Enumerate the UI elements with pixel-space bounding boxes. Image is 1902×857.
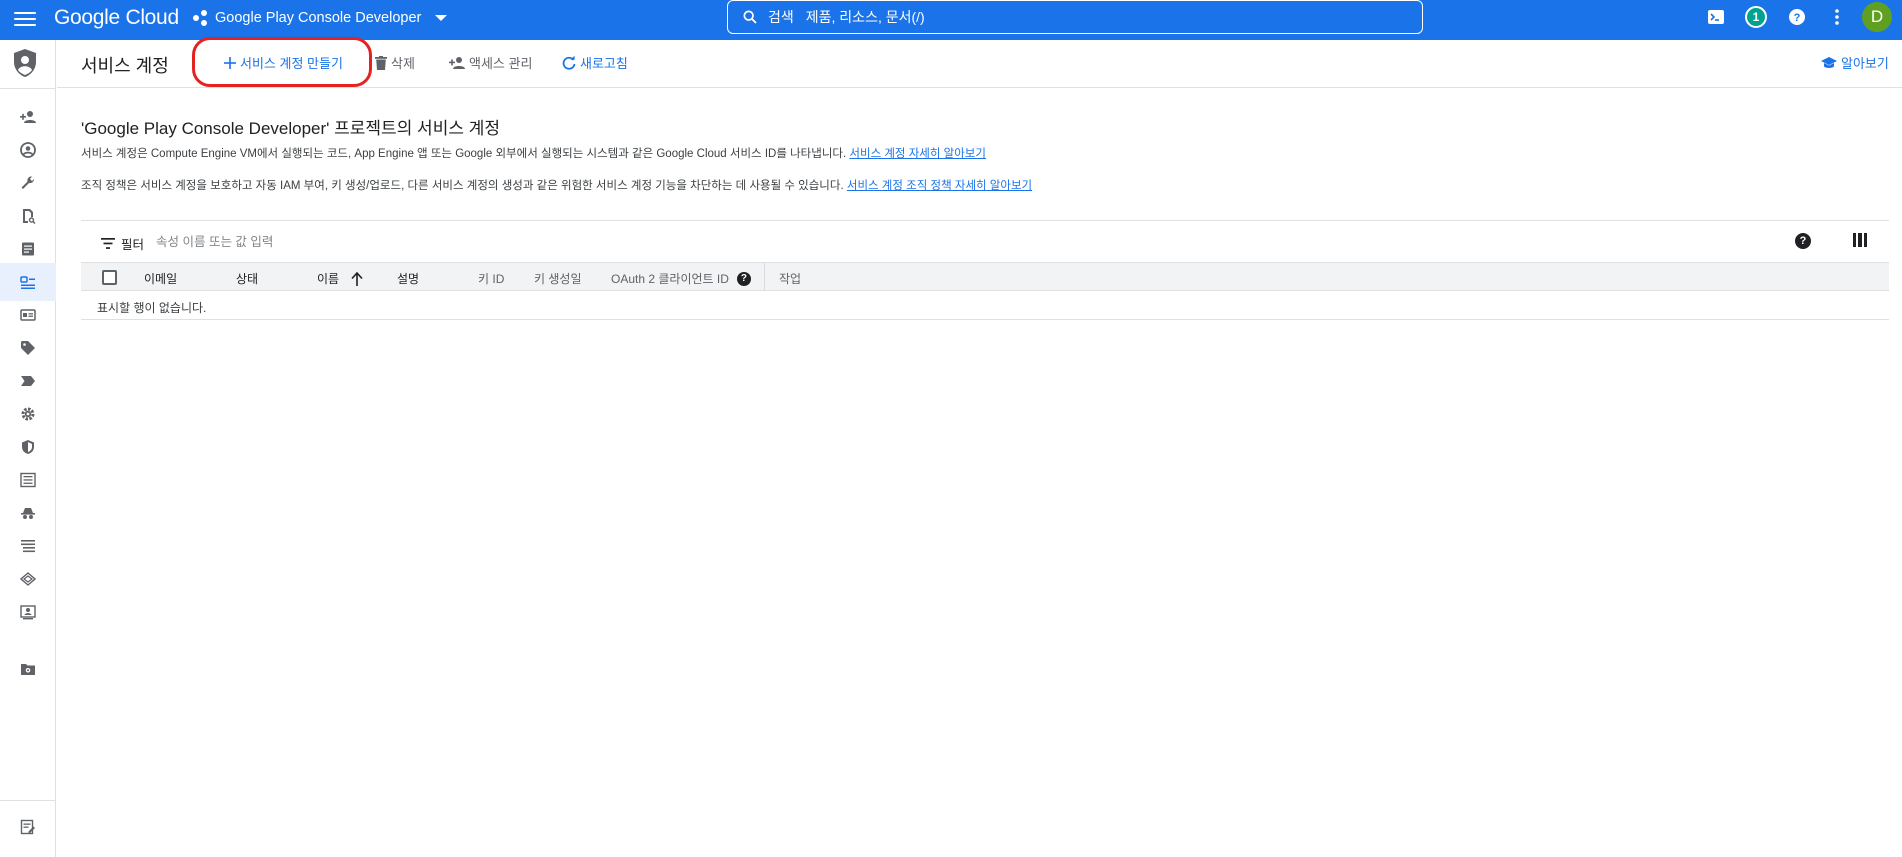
notification-count: 1 [1745, 6, 1767, 28]
empty-table-message: 표시할 행이 없습니다. [97, 301, 207, 315]
person-card-icon [20, 605, 36, 620]
learn-more-service-accounts-link[interactable]: 서비스 계정 자세히 알아보기 [849, 148, 986, 160]
avatar[interactable]: D [1862, 2, 1892, 32]
learn-label: 알아보기 [1841, 56, 1889, 71]
school-icon [1821, 56, 1837, 68]
svg-text:?: ? [1794, 12, 1801, 24]
refresh-label: 새로고침 [580, 56, 628, 71]
cloud-shell-icon[interactable] [1705, 6, 1727, 28]
security-shield-icon [22, 440, 34, 454]
policy-doc-icon [23, 209, 36, 224]
column-header-oauth-label: OAuth 2 클라이언트 ID [611, 272, 729, 286]
incognito-icon [21, 508, 35, 519]
column-header-status[interactable]: 상태 [236, 270, 258, 287]
filter-bar: 필터 ? [81, 220, 1889, 262]
select-all-checkbox[interactable] [102, 270, 117, 285]
column-header-actions: 작업 [779, 272, 802, 286]
column-header-email[interactable]: 이메일 [144, 270, 177, 287]
description-text: 서비스 계정은 Compute Engine VM에서 실행되는 코드, App… [81, 148, 847, 160]
table-help-icon[interactable]: ? [1795, 233, 1811, 249]
label-icon [21, 376, 35, 386]
search-input[interactable] [805, 9, 1406, 25]
table-row: 표시할 행이 없습니다. [81, 291, 1889, 320]
notifications-button[interactable]: 1 [1745, 6, 1767, 28]
delete-icon [375, 55, 387, 70]
column-display-icon[interactable] [1853, 233, 1867, 247]
manage-access-button[interactable]: 액세스 관리 [449, 53, 532, 72]
project-name: Google Play Console Developer [215, 10, 422, 26]
learn-more-org-policy-link[interactable]: 서비스 계정 조직 정책 자세히 알아보기 [847, 180, 1032, 192]
filter-list-icon [101, 238, 115, 249]
google-cloud-logo[interactable]: Google Cloud [54, 6, 179, 30]
search-icon [743, 10, 757, 24]
table-header: 이메일 상태 이름 설명 키 ID 키 생성일 OAuth 2 클라이언트 ID… [81, 262, 1889, 291]
rail-item-manage-resources[interactable] [0, 650, 56, 688]
description-org-policy: 조직 정책은 서비스 계정을 보호하고 자동 IAM 부여, 키 생성/업로드,… [81, 177, 1032, 193]
learn-button[interactable]: 알아보기 [1821, 53, 1889, 72]
article-icon [22, 242, 34, 256]
column-header-key-id[interactable]: 키 ID [478, 270, 504, 287]
list-box-icon [20, 472, 36, 488]
service-account-icon [20, 276, 35, 289]
help-icon[interactable]: ? [736, 271, 751, 286]
settings-icon [21, 407, 35, 421]
main-menu-icon[interactable] [14, 8, 36, 30]
filter-label: 필터 [121, 238, 145, 252]
top-app-bar: Google Cloud Google Play Console Develop… [0, 0, 1902, 40]
manage-access-label: 액세스 관리 [469, 56, 533, 71]
column-divider [764, 263, 765, 290]
search-label: 검색 [768, 9, 794, 25]
add-member-icon [20, 111, 36, 123]
filter-input[interactable] [156, 231, 856, 253]
page-toolbar: 서비스 계정 서비스 계정 만들기 삭제 액세스 관리 새로고침 알아보기 [57, 37, 1902, 88]
search-box[interactable]: 검색 [727, 0, 1423, 34]
rail-item-release-notes[interactable] [0, 808, 56, 846]
add-member-icon [449, 56, 465, 69]
page-title: 서비스 계정 [81, 56, 169, 76]
left-nav-rail [0, 40, 56, 857]
iam-shield-logo-icon [14, 49, 36, 77]
highlight-annotation [192, 37, 372, 87]
column-header-name-label: 이름 [317, 272, 340, 286]
folder-gear-icon [21, 664, 35, 675]
refresh-icon [562, 55, 576, 70]
more-vert-icon[interactable] [1826, 6, 1848, 28]
description-service-accounts: 서비스 계정은 Compute Engine VM에서 실행되는 코드, App… [81, 145, 986, 161]
section-heading: 'Google Play Console Developer' 프로젝트의 서비… [81, 119, 500, 138]
column-header-description[interactable]: 설명 [397, 270, 419, 287]
column-header-name[interactable]: 이름 [317, 270, 363, 287]
release-notes-icon [20, 819, 35, 835]
description-text: 조직 정책은 서비스 계정을 보호하고 자동 IAM 부여, 키 생성/업로드,… [81, 180, 844, 192]
rail-item-organization[interactable] [0, 593, 56, 631]
layers-icon [20, 572, 36, 586]
tag-icon [21, 341, 35, 355]
project-selector[interactable]: Google Play Console Developer [193, 10, 448, 26]
help-icon[interactable]: ? [1786, 6, 1808, 28]
chevron-down-icon [435, 15, 448, 21]
list-icon [21, 540, 35, 553]
delete-button[interactable]: 삭제 [375, 53, 415, 72]
project-icon [193, 10, 209, 26]
arrow-upward-icon [351, 271, 363, 286]
refresh-button[interactable]: 새로고침 [562, 53, 628, 72]
column-header-key-created[interactable]: 키 생성일 [534, 270, 582, 287]
badge-icon [20, 309, 36, 321]
delete-label: 삭제 [391, 56, 415, 71]
column-header-oauth-client-id[interactable]: OAuth 2 클라이언트 ID ? [611, 270, 751, 287]
filter-button[interactable]: 필터 [101, 234, 144, 253]
wrench-icon [21, 176, 35, 189]
account-circle-icon [20, 142, 36, 158]
